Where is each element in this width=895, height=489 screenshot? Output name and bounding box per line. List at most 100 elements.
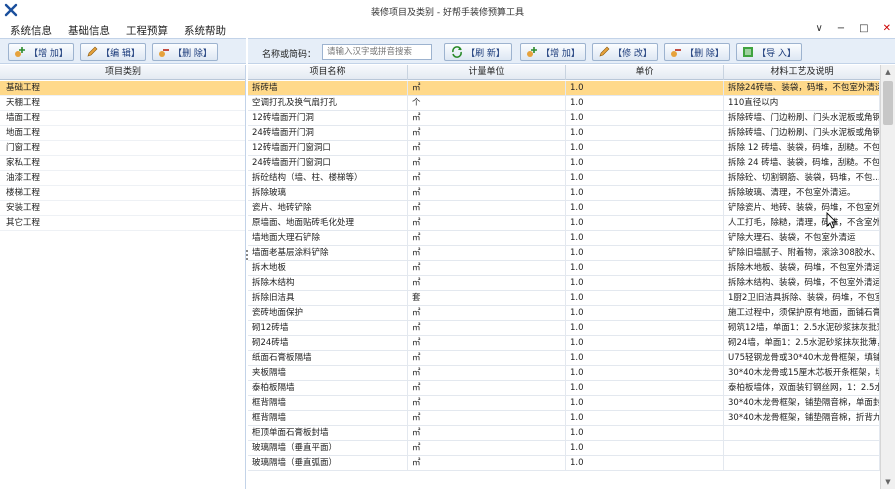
category-add-button[interactable]: 【增 加】 [8,43,74,61]
item-unit-cell: ㎡ [408,201,566,216]
delete-icon [159,49,170,57]
category-item[interactable]: 基础工程 [0,81,245,96]
item-unit-cell: ㎡ [408,141,566,156]
item-name-cell: 瓷砖地面保护 [248,306,408,321]
item-unit-cell: ㎡ [408,261,566,276]
item-description-cell: 砌24墙，单面1：2.5水泥砂浆抹灰批薄，... [724,336,880,351]
item-grid-scrollbar[interactable]: ▲ ▼ [880,65,895,489]
item-unit-cell: ㎡ [408,126,566,141]
item-name-cell: 框背隔墙 [248,411,408,426]
category-item[interactable]: 其它工程 [0,216,245,231]
category-item[interactable]: 天棚工程 [0,96,245,111]
table-row[interactable]: 墙面老基层涂料铲除㎡ 1.0 铲除旧墙腻子、附着物，滚涂308胶水、... [248,246,880,261]
item-add-button[interactable]: 【增 加】 [520,43,586,61]
item-unit-cell: ㎡ [408,231,566,246]
refresh-button[interactable]: 【刷 新】 [444,43,512,61]
item-price-cell: 1.0 [566,336,724,351]
item-unit-cell: ㎡ [408,81,566,96]
column-header-name[interactable]: 项目名称 [248,65,408,80]
table-row[interactable]: 拆砼结构（墙、柱、楼梯等）㎡ 1.0 拆除砼、切割钢筋、装袋，码堆，不包... [248,171,880,186]
table-row[interactable]: 拆除旧洁具套 1.0 1厨2卫旧洁具拆除、装袋，码堆，不包室... [248,291,880,306]
item-description-cell: 拆除砼、切割钢筋、装袋，码堆，不包... [724,171,880,186]
table-row[interactable]: 24砖墙面开门窗洞口㎡ 1.0 拆除 24 砖墙、装袋，码堆，刮糙。不包... [248,156,880,171]
menu-system-info[interactable]: 系统信息 [10,23,52,38]
menu-system-help[interactable]: 系统帮助 [184,23,226,38]
table-row[interactable]: 墙地面大理石铲除㎡ 1.0 铲除大理石、装袋，不包室外清运 [248,231,880,246]
item-price-cell: 1.0 [566,81,724,96]
table-row[interactable]: 24砖墙面开门洞㎡ 1.0 拆除砖墙、门边粉刷、门头水泥板或角钢... [248,126,880,141]
item-price-cell: 1.0 [566,126,724,141]
table-row[interactable]: 原墙面、地面贴砖毛化处理㎡ 1.0 人工打毛，除糙，清理，码堆，不含室外... [248,216,880,231]
item-unit-cell: ㎡ [408,366,566,381]
category-delete-button[interactable]: 【删 除】 [152,43,218,61]
item-unit-cell: ㎡ [408,456,566,471]
item-description-cell: 拆除 24 砖墙、装袋，码堆，刮糙。不包... [724,156,880,171]
panel-splitter[interactable] [246,250,248,264]
item-name-cell: 12砖墙面开门洞 [248,111,408,126]
search-input[interactable] [322,44,432,60]
table-row[interactable]: 砌24砖墙㎡ 1.0 砌24墙，单面1：2.5水泥砂浆抹灰批薄，... [248,336,880,351]
scroll-up-icon[interactable]: ▲ [881,65,895,79]
column-header-unit[interactable]: 计量单位 [408,65,566,80]
maximize-button[interactable]: □ [859,23,868,34]
item-description-cell: 拆除玻璃、清理，不包室外清运。 [724,186,880,201]
table-row[interactable]: 夹板隔墙㎡1.030*40木龙骨或15厘木芯板开条框架，填铺... [248,366,880,381]
import-button[interactable]: 【导 入】 [736,43,802,61]
scroll-thumb[interactable] [883,81,893,125]
table-row[interactable]: 12砖墙面开门洞㎡ 1.0 拆除砖墙、门边粉刷、门头水泥板或角钢... [248,111,880,126]
item-unit-cell: ㎡ [408,336,566,351]
table-row[interactable]: 空调打孔及换气扇打孔个 1.0 110直径以内 [248,96,880,111]
item-modify-button[interactable]: 【修 改】 [592,43,658,61]
table-row[interactable]: 砌12砖墙㎡ 1.0 砌筑12墙，单面1：2.5水泥砂浆抹灰批薄... [248,321,880,336]
column-header-price[interactable]: 单价 [566,65,724,80]
menu-project-budget[interactable]: 工程预算 [126,23,168,38]
table-row[interactable]: 拆除木结构㎡ 1.0 拆除木结构、装袋，码堆，不包室外清运... [248,276,880,291]
table-row[interactable]: 拆除玻璃㎡ 1.0 拆除玻璃、清理，不包室外清运。 [248,186,880,201]
item-unit-cell: ㎡ [408,306,566,321]
table-row[interactable]: 瓷片、地砖铲除㎡ 1.0 铲除瓷片、地砖、装袋，码堆，不包室外... [248,201,880,216]
table-row[interactable]: 12砖墙面开门窗洞口㎡ 1.0 拆除 12 砖墙、装袋，码堆，刮糙。不包... [248,141,880,156]
item-price-cell: 1.0 [566,291,724,306]
ribbon-collapse-icon[interactable]: ∨ [815,23,822,34]
search-label: 名称或简码： [262,50,317,60]
item-price-cell: 1.0 [566,441,724,456]
category-item[interactable]: 油漆工程 [0,171,245,186]
item-name-cell: 原墙面、地面贴砖毛化处理 [248,216,408,231]
scroll-down-icon[interactable]: ▼ [881,475,895,489]
table-row[interactable]: 拆砖墙㎡ 1.0 拆除24砖墙、装袋，码堆，不包室外清运... [248,81,880,96]
menu-basic-info[interactable]: 基础信息 [68,23,110,38]
table-row[interactable]: 瓷砖地面保护㎡ 1.0 施工过程中，须保护原有地面，面铺石膏... [248,306,880,321]
category-item[interactable]: 楼梯工程 [0,186,245,201]
menu-bar: 系统信息 基础信息 工程预算 系统帮助 ∨ − □ ✕ [0,20,895,38]
category-edit-button[interactable]: 【编 辑】 [80,43,146,61]
close-button[interactable]: ✕ [883,23,891,34]
item-description-cell: 铲除瓷片、地砖、装袋，码堆，不包室外... [724,201,880,216]
table-row[interactable]: 柜顶单面石膏板封墙㎡ 1.0 [248,426,880,441]
category-toolbar: 【增 加】 【编 辑】 【删 除】 [0,38,246,64]
item-unit-cell: ㎡ [408,216,566,231]
item-price-cell: 1.0 [566,381,724,396]
item-price-cell: 1.0 [566,351,724,366]
table-row[interactable]: 框背隔墙㎡1.030*40木龙骨框架，铺垫隔音棉，折背九夹... [248,411,880,426]
table-row[interactable]: 玻璃隔墙（垂直平面）㎡ 1.0 [248,441,880,456]
table-row[interactable]: 拆木地板㎡ 1.0 拆除木地板、装袋，码堆，不包室外清运... [248,261,880,276]
category-item[interactable]: 家私工程 [0,156,245,171]
item-price-cell: 1.0 [566,366,724,381]
category-item[interactable]: 安装工程 [0,201,245,216]
item-price-cell: 1.0 [566,306,724,321]
minimize-button[interactable]: − [837,23,845,34]
item-price-cell: 1.0 [566,246,724,261]
item-price-cell: 1.0 [566,96,724,111]
table-row[interactable]: 玻璃隔墙（垂直弧面）㎡ 1.0 [248,456,880,471]
item-description-cell: 拆除木地板、装袋，码堆，不包室外清运... [724,261,880,276]
item-name-cell: 框背隔墙 [248,396,408,411]
table-row[interactable]: 泰柏板隔墙㎡ 1.0 泰柏板墙体，双面装钉钢丝网，1：2.5水... [248,381,880,396]
category-item[interactable]: 门窗工程 [0,141,245,156]
column-header-description[interactable]: 材料工艺及说明 [724,65,880,80]
table-row[interactable]: 框背隔墙㎡1.030*40木龙骨框架，铺垫隔音棉，单面封纸... [248,396,880,411]
table-row[interactable]: 纸面石膏板隔墙㎡ 1.0 U75轻钢龙骨或30*40木龙骨框架，填铺... [248,351,880,366]
category-item[interactable]: 地面工程 [0,126,245,141]
item-delete-button[interactable]: 【删 除】 [664,43,730,61]
item-price-cell: 1.0 [566,216,724,231]
category-item[interactable]: 墙面工程 [0,111,245,126]
